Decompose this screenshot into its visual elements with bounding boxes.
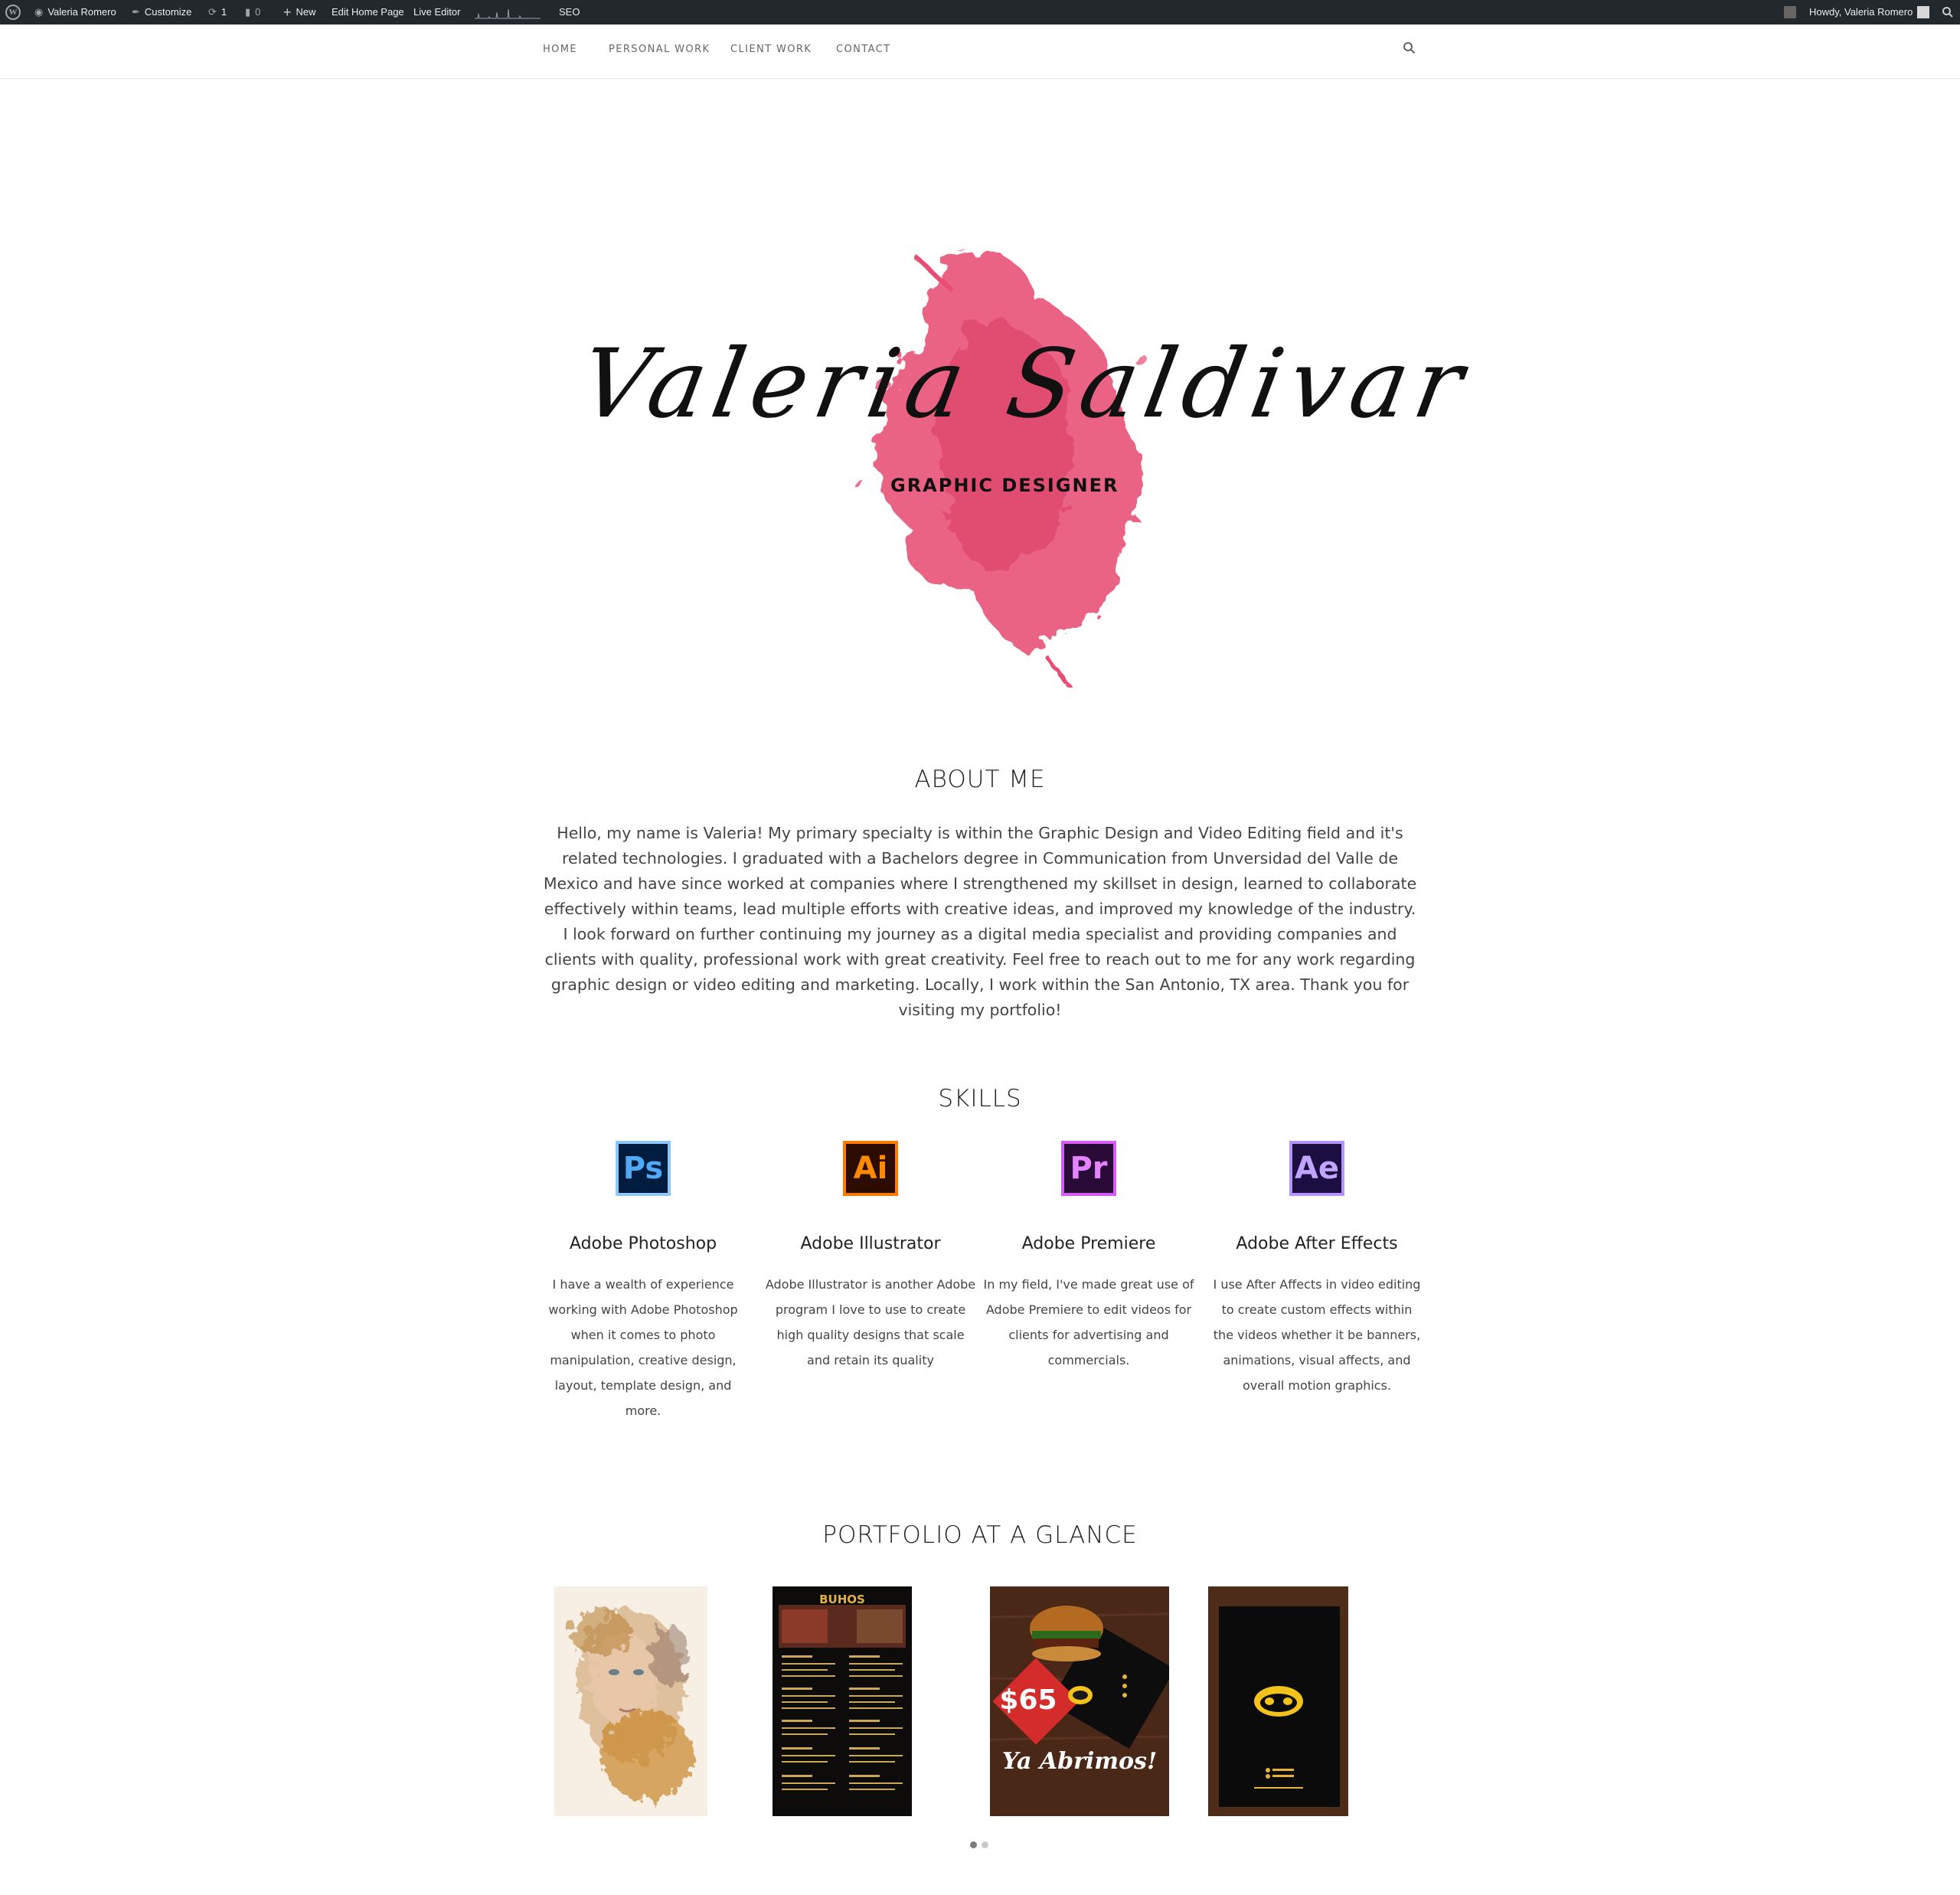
skill-photoshop: Ps Adobe Photoshop I have a wealth of ex… — [536, 1141, 750, 1423]
admin-search-icon[interactable] — [1942, 0, 1954, 25]
flyer-title: Ya Abrimos! — [1002, 1748, 1157, 1775]
skill-name: Adobe After Effects — [1236, 1234, 1398, 1253]
portfolio-item-menu[interactable]: BUHOS — [773, 1586, 912, 1816]
logo-subtitle: GRAPHIC DESIGNER — [890, 475, 1119, 496]
skill-name: Adobe Premiere — [1021, 1234, 1156, 1253]
skill-premiere: Pr Adobe Premiere In my field, I've made… — [982, 1141, 1196, 1373]
admin-updates[interactable]: ⟳ 1 — [208, 0, 227, 25]
portfolio-heading: PORTFOLIO AT A GLANCE — [822, 1521, 1138, 1549]
nav-home[interactable]: HOME — [543, 44, 577, 55]
skill-description: I have a wealth of experience working wi… — [548, 1277, 738, 1418]
wordpress-logo-icon[interactable]: W — [5, 0, 21, 25]
nav-contact[interactable]: CONTACT — [836, 44, 890, 55]
watercolor-splash — [853, 251, 1147, 683]
menu-title: BUHOS — [819, 1593, 865, 1606]
search-icon — [1942, 7, 1953, 18]
skills-heading: SKILLS — [938, 1085, 1022, 1112]
skill-name: Adobe Illustrator — [800, 1234, 941, 1253]
illustrator-icon: Ai — [843, 1141, 898, 1196]
stats-sparkline-icon — [475, 8, 541, 19]
admin-bar: W ◉ Valeria Romero ✒ Customize ⟳ 1 ▮ 0 +… — [0, 0, 1960, 25]
portrait-image — [570, 1609, 692, 1801]
search-icon[interactable] — [1403, 41, 1416, 55]
skill-description: I use After Affects in video editing to … — [1213, 1277, 1421, 1393]
premiere-icon: Pr — [1061, 1141, 1116, 1196]
dashboard-icon: ◉ — [34, 6, 44, 18]
flyer-image: $65 Ya Abrimos! — [990, 1586, 1169, 1816]
skill-illustrator: Ai Adobe Illustrator Adobe Illustrator i… — [763, 1141, 978, 1373]
admin-screen-icon[interactable] — [1784, 0, 1796, 25]
menu-image: BUHOS — [779, 1593, 906, 1790]
updates-icon: ⟳ — [208, 6, 217, 18]
admin-edit-page[interactable]: Edit Home Page — [332, 0, 404, 25]
portfolio-item-flyer[interactable]: $65 Ya Abrimos! — [990, 1586, 1169, 1816]
admin-new[interactable]: + New — [283, 0, 316, 25]
admin-customize[interactable]: ✒ Customize — [132, 0, 191, 25]
comment-icon: ▮ — [245, 6, 251, 18]
flyer-price: $65 — [999, 1684, 1057, 1716]
skill-name: Adobe Photoshop — [569, 1234, 717, 1253]
skill-description: Adobe Illustrator is another Adobe progr… — [765, 1277, 976, 1367]
skill-after-effects: Ae Adobe After Effects I use After Affec… — [1210, 1141, 1424, 1398]
portfolio-item-portrait[interactable] — [554, 1586, 707, 1816]
avatar — [1917, 6, 1930, 18]
admin-live-editor[interactable]: Live Editor — [413, 0, 460, 25]
main-navigation: HOME PERSONAL WORK CLIENT WORK CONTACT — [0, 25, 1960, 79]
after-effects-icon: Ae — [1289, 1141, 1344, 1196]
portfolio-item-card[interactable] — [1208, 1586, 1348, 1816]
about-text: Hello, my name is Valeria! My primary sp… — [543, 824, 1417, 1019]
slider-dot-2[interactable] — [982, 1841, 988, 1848]
logo-script-name: Valeria Saldivar — [572, 329, 1478, 439]
admin-account[interactable]: Howdy, Valeria Romero — [1809, 0, 1930, 25]
nav-client-work[interactable]: CLIENT WORK — [730, 44, 812, 55]
about-heading: ABOUT ME — [914, 766, 1046, 793]
card-image — [1208, 1586, 1348, 1816]
admin-stats[interactable] — [473, 0, 542, 25]
screen-icon — [1784, 6, 1796, 18]
photoshop-icon: Ps — [616, 1141, 671, 1196]
slider-dot-1[interactable] — [970, 1841, 977, 1848]
skill-description: In my field, I've made great use of Adob… — [983, 1277, 1194, 1367]
nav-personal-work[interactable]: PERSONAL WORK — [609, 44, 710, 55]
admin-seo[interactable]: SEO — [559, 0, 580, 25]
plus-icon: + — [283, 5, 292, 20]
admin-site-name[interactable]: ◉ Valeria Romero — [34, 0, 116, 25]
brush-icon: ✒ — [132, 6, 140, 18]
admin-comments[interactable]: ▮ 0 — [245, 0, 260, 25]
